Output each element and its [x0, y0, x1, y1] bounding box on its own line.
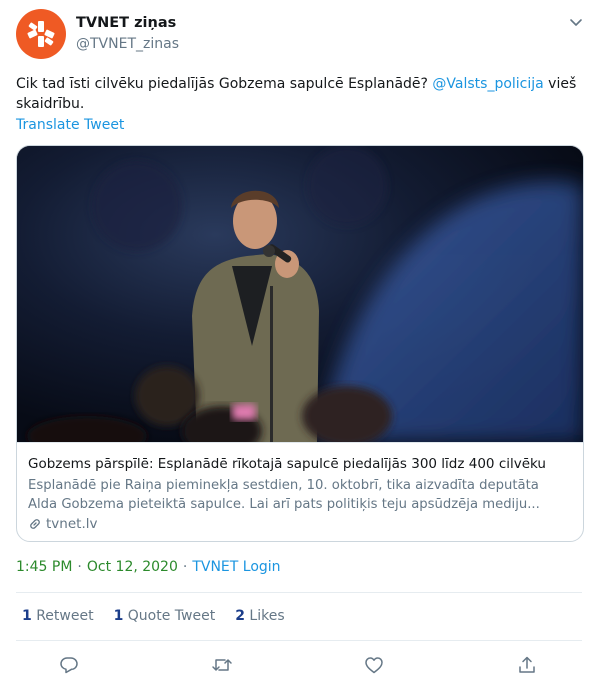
reply-button[interactable] [58, 654, 80, 676]
author-name[interactable]: TVNET ziņas [76, 15, 176, 31]
card-domain-text: tvnet.lv [46, 516, 98, 532]
like-icon [365, 657, 384, 674]
link-card[interactable]: Gobzems pārspīlē: Esplanādē rīkotajā sap… [16, 145, 584, 542]
tweet-text-before: Cik tad īsti cilvēku piedalījās Gobzema … [16, 76, 433, 92]
tweet-stats: 1 Retweet 1 Quote Tweet 2 Likes [22, 608, 285, 624]
card-image [17, 146, 583, 442]
card-description: Esplanādē pie Raiņa pieminekļa sestdien,… [28, 478, 540, 512]
avatar[interactable] [16, 9, 66, 59]
retweets-stat[interactable]: 1 Retweet [22, 608, 94, 624]
divider [16, 592, 582, 593]
tweet-text: Cik tad īsti cilvēku piedalījās Gobzema … [16, 74, 582, 114]
share-button[interactable] [516, 654, 538, 676]
reply-icon [60, 657, 78, 674]
retweet-button[interactable] [211, 654, 233, 676]
tweet-source-link[interactable]: TVNET Login [192, 559, 280, 575]
card-domain[interactable]: tvnet.lv [28, 516, 97, 532]
chevron-down-icon[interactable] [568, 14, 584, 30]
quote-tweets-stat[interactable]: 1 Quote Tweet [114, 608, 216, 624]
share-icon [519, 656, 535, 673]
link-icon [30, 519, 40, 529]
meta-separator: · [182, 559, 188, 575]
tvnet-logo-icon [27, 21, 55, 47]
like-button[interactable] [363, 654, 385, 676]
card-body[interactable]: Gobzems pārspīlē: Esplanādē rīkotajā sap… [17, 442, 583, 541]
mention-link[interactable]: @Valsts_policija [432, 76, 543, 92]
likes-stat[interactable]: 2 Likes [235, 608, 284, 624]
tweet-meta: 1:45 PM · Oct 12, 2020 · TVNET Login [16, 559, 281, 575]
retweet-icon [211, 659, 232, 671]
translate-tweet-link[interactable]: Translate Tweet [16, 117, 124, 133]
meta-separator: · [77, 559, 82, 575]
tweet-actions [58, 654, 538, 676]
tweet-date[interactable]: Oct 12, 2020 [87, 559, 178, 575]
tweet-time[interactable]: 1:45 PM [16, 559, 72, 575]
author-handle[interactable]: @TVNET_zinas [76, 36, 179, 52]
card-title[interactable]: Gobzems pārspīlē: Esplanādē rīkotajā sap… [28, 456, 576, 472]
divider [16, 640, 582, 641]
